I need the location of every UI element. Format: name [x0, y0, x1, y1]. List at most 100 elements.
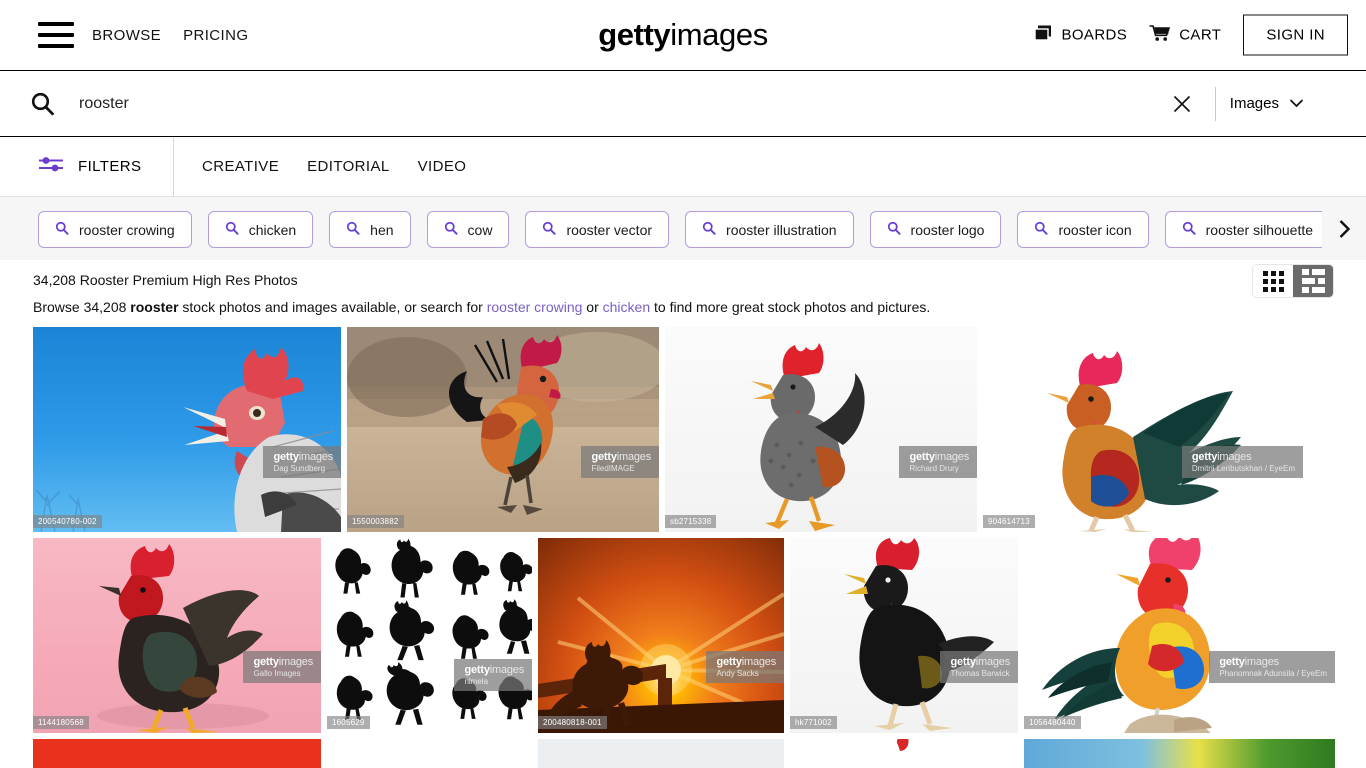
image-result-5[interactable]: gettyimages Gallo Images 1144180568 [33, 538, 321, 733]
thumbnail-art [983, 327, 1303, 532]
content-type-tabs: CREATIVE EDITORIAL VIDEO [202, 158, 466, 175]
search-icon [1034, 221, 1049, 238]
secondary-nav: BOARDS CART SIGN IN [1034, 14, 1348, 56]
filters-button[interactable]: FILTERS [0, 137, 174, 196]
related-search-chip[interactable]: cow [426, 211, 510, 248]
desc-prefix: Browse 34,208 [33, 299, 131, 315]
cart-label: CART [1179, 26, 1222, 44]
sliders-icon [38, 154, 64, 179]
related-search-chip[interactable]: rooster vector [525, 211, 670, 248]
image-result-1[interactable]: gettyimages Dag Sundberg 200540780-002 [33, 327, 341, 532]
search-icon [1182, 221, 1196, 238]
results-description: Browse 34,208 rooster stock photos and i… [33, 288, 1333, 315]
related-link-rooster-crowing[interactable]: rooster crowing [487, 299, 583, 315]
results-summary: 34,208 Rooster Premium High Res Photos B… [0, 260, 1366, 315]
results-count-title: 34,208 Rooster Premium High Res Photos [33, 272, 298, 288]
image-row: gettyimages Gallo Images 1144180568 gett… [33, 538, 1335, 733]
search-icon [887, 221, 901, 238]
image-row: gettyimages Dag Sundberg 200540780-002 g… [33, 327, 1333, 532]
mosaic-view-icon[interactable] [1293, 265, 1333, 297]
image-result-8[interactable]: gettyimages Thomas Barwick hk771002 [790, 538, 1018, 733]
related-search-chip[interactable]: rooster silhouette [1164, 211, 1331, 248]
related-search-chip[interactable]: hen [329, 211, 411, 248]
image-result-6[interactable]: gettyimages nlmela 1605629 [327, 538, 532, 733]
desc-suffix: to find more great stock photos and pict… [650, 299, 931, 315]
chevron-right-icon[interactable] [1322, 197, 1366, 260]
thumbnail-art [665, 327, 977, 532]
search-divider [1214, 86, 1216, 121]
search-type-dropdown[interactable]: Images [1230, 95, 1304, 112]
filters-label: FILTERS [78, 158, 142, 175]
logo-bold: getty [598, 17, 671, 52]
search-icon [346, 221, 360, 238]
image-result-10[interactable] [33, 739, 321, 768]
boards-button[interactable]: BOARDS [1034, 25, 1127, 46]
search-icon [702, 221, 716, 238]
cart-icon [1149, 24, 1171, 46]
primary-nav: BROWSE PRICING [92, 27, 248, 44]
related-search-chip[interactable]: chicken [207, 211, 314, 248]
related-search-chip-label: rooster vector [566, 221, 653, 238]
thumbnail-art [33, 327, 341, 532]
thumbnail-art [33, 538, 321, 733]
search-input[interactable] [77, 93, 1165, 114]
search-icon [225, 221, 239, 238]
thumbnail-art [790, 538, 1018, 733]
cart-button[interactable]: CART [1149, 24, 1221, 46]
image-result-7[interactable]: gettyimages Andy Sacks 200480818-001 [538, 538, 784, 733]
boards-label: BOARDS [1061, 26, 1128, 44]
mosaic-view-glyph [1301, 269, 1325, 293]
clear-search-button[interactable] [1165, 87, 1199, 121]
related-search-chip[interactable]: rooster illustration [685, 211, 854, 248]
thumbnail-art [347, 327, 659, 532]
related-searches-bar: rooster crowing chicken hen cow rooster vect… [0, 197, 1366, 260]
related-search-chip[interactable]: rooster logo [869, 211, 1002, 248]
related-search-chip-label: rooster silhouette [1205, 221, 1314, 238]
image-result-11[interactable] [327, 739, 532, 768]
search-icon [542, 221, 556, 238]
image-result-9[interactable]: gettyimages Phanomnak Adunsila / EyeEm 1… [1024, 538, 1335, 733]
thumbnail-art [327, 538, 532, 733]
hamburger-bar [38, 22, 74, 26]
sign-in-button[interactable]: SIGN IN [1243, 14, 1348, 56]
thumbnail-art [790, 739, 1018, 768]
filters-bar: FILTERS CREATIVE EDITORIAL VIDEO [0, 137, 1366, 197]
related-search-chip[interactable]: rooster icon [1017, 211, 1149, 248]
image-result-2[interactable]: gettyimages FiledIMAGE 1550003882 [347, 327, 659, 532]
image-row [33, 739, 1335, 768]
tab-creative[interactable]: CREATIVE [202, 158, 279, 175]
grid-view-icon[interactable] [1253, 265, 1293, 297]
nav-pricing[interactable]: PRICING [183, 27, 248, 44]
related-search-chip-label: rooster icon [1058, 221, 1132, 238]
image-result-13[interactable] [790, 739, 1018, 768]
nav-browse[interactable]: BROWSE [92, 27, 161, 44]
getty-logo[interactable]: gettyimages [598, 17, 768, 53]
tab-video[interactable]: VIDEO [418, 158, 467, 175]
related-link-chicken[interactable]: chicken [603, 299, 650, 315]
related-search-chip-label: cow [467, 221, 493, 238]
image-result-4[interactable]: gettyimages Dmitrii Leributskhan / EyeEm… [983, 327, 1303, 532]
hamburger-bar [38, 33, 74, 37]
image-result-12[interactable] [538, 739, 784, 768]
hamburger-icon[interactable] [38, 22, 74, 48]
thumbnail-art [538, 538, 784, 733]
image-result-14[interactable] [1024, 739, 1335, 768]
related-search-chip-label: rooster logo [910, 221, 985, 238]
related-search-chip-label: rooster illustration [726, 221, 837, 238]
related-searches-list: rooster crowing chicken hen cow rooster vect… [38, 211, 1366, 248]
related-search-chip-label: rooster crowing [79, 221, 175, 238]
related-search-chip-label: chicken [248, 221, 297, 238]
thumbnail-art [1024, 538, 1335, 733]
search-icon [55, 221, 69, 238]
related-search-chip[interactable]: rooster crowing [38, 211, 192, 248]
image-result-3[interactable]: gettyimages Richard Drury sb2715338 [665, 327, 977, 532]
site-header: BROWSE PRICING gettyimages BOARDS CART S… [0, 0, 1366, 71]
image-results-grid: gettyimages Dag Sundberg 200540780-002 g… [0, 327, 1366, 768]
search-icon [444, 221, 458, 238]
desc-mid: stock photos and images available, or se… [178, 299, 487, 315]
logo-light: images [670, 17, 768, 52]
search-type-label: Images [1229, 95, 1279, 112]
tab-editorial[interactable]: EDITORIAL [307, 158, 390, 175]
related-search-chip-label: hen [370, 221, 394, 238]
view-toggle-group [1253, 265, 1333, 297]
